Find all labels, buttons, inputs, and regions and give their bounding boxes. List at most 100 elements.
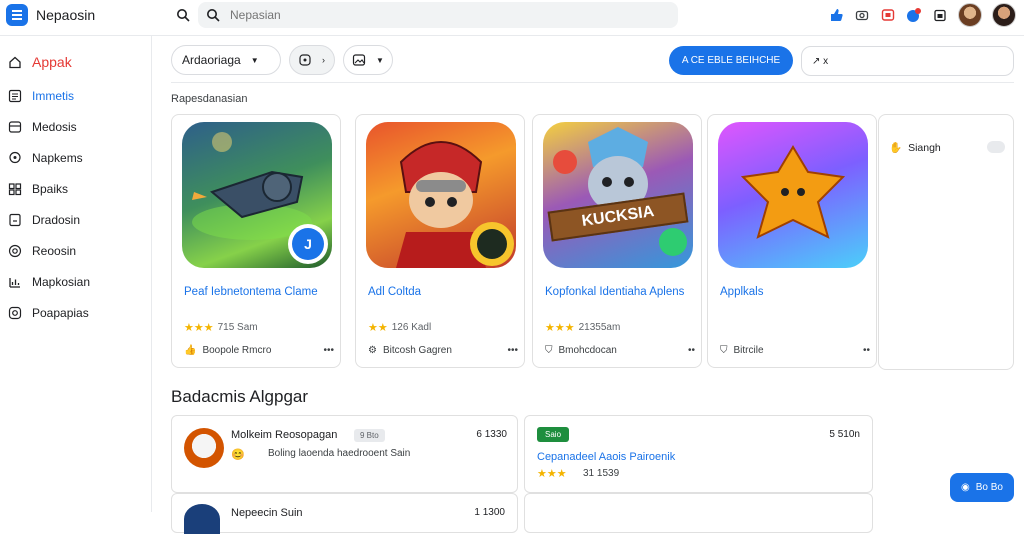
sidebar-item-medosis[interactable]: Medosis — [0, 111, 151, 142]
logo-icon — [6, 4, 28, 26]
sidebar-item-label: Appak — [32, 54, 72, 70]
search-icon[interactable] — [170, 4, 196, 26]
gear-icon: ⚙ — [368, 345, 377, 356]
app-artwork — [366, 122, 516, 268]
footer-text: Bmohcdocan — [558, 345, 617, 356]
sidebar-item-label: Dradosin — [32, 212, 81, 227]
side-panel-header: ✋ Siangh — [889, 141, 941, 155]
more-icon[interactable]: ••• — [323, 345, 334, 356]
app-badge-icon: J — [288, 224, 328, 264]
camera-icon[interactable] — [854, 7, 870, 23]
sidebar-item-reoosin[interactable]: Reoosin — [0, 235, 151, 266]
footer-text: Boopole Rmcro — [202, 345, 272, 356]
fab-label: Bo Bo — [975, 482, 1003, 493]
list-item[interactable]: Nepeecin Suin 1 1300 — [171, 493, 518, 534]
video-icon[interactable] — [880, 7, 896, 23]
rating-text: 21355am — [578, 322, 621, 333]
star-icon: ★★★ — [545, 322, 575, 334]
item-price: 5 510n — [829, 429, 860, 440]
category-dropdown[interactable]: Ardaoriaga ▼ — [171, 45, 281, 75]
section-title: Badacmis Algpgar — [171, 387, 309, 406]
sidebar-item-label: Poapapias — [32, 305, 89, 320]
primary-action-button[interactable]: A CE EBLE BEIHCHE — [669, 46, 793, 75]
calendar-icon[interactable] — [932, 7, 948, 23]
card-footer: ⚙ Bitcosh Gagren ••• — [368, 345, 518, 356]
app-artwork — [718, 122, 868, 268]
side-panel-card: ✋ Siangh — [878, 114, 1014, 370]
sidebar-item-label: Medosis — [32, 119, 77, 134]
chart-icon — [9, 277, 20, 288]
bookmark-icon — [9, 213, 21, 226]
search-icon — [207, 9, 220, 22]
more-icon[interactable]: •• — [688, 345, 695, 356]
more-icon[interactable]: ••• — [507, 345, 518, 356]
app-title: Kopfonkal Identiaha Aplens — [545, 286, 685, 298]
item-rating: 31 1539 — [583, 468, 620, 479]
item-desc: Cepanadeel Aaois Pairoenik — [537, 451, 676, 463]
avatar[interactable] — [992, 3, 1016, 27]
app-card[interactable]: KUCKSIA Kopfonkal Identiaha Aplens ★★★ 2… — [532, 114, 702, 368]
secondary-input[interactable]: ↗ x — [801, 46, 1014, 76]
item-badge: Saio — [537, 427, 570, 442]
notification-icon[interactable] — [906, 7, 922, 23]
app-artwork: J — [182, 122, 332, 268]
search-bar — [198, 2, 678, 28]
item-name: Nepeecin Suin — [231, 507, 303, 519]
app-artwork: KUCKSIA — [543, 122, 693, 268]
star-icon: ★★ — [368, 322, 388, 334]
list-item[interactable]: Molkeim Reosopagan 9 Bto 6 1330 😊 Boling… — [171, 415, 518, 493]
divider — [171, 82, 1014, 83]
sidebar-item-bpaiks[interactable]: Bpaiks — [0, 173, 151, 204]
sidebar-item-label: Immetis — [32, 88, 74, 103]
sidebar-item-home[interactable]: Appak — [0, 44, 151, 80]
image-filter-dropdown[interactable]: ▼ — [343, 45, 393, 75]
rating-text: 126 Kadl — [391, 322, 432, 333]
chevron-down-icon: ▼ — [250, 55, 259, 65]
filter-button[interactable]: › — [289, 45, 335, 75]
sidebar-item-poapapias[interactable]: Poapapias — [0, 297, 151, 328]
item-price: 6 1330 — [476, 429, 507, 440]
sidebar-item-dradosin[interactable]: Dradosin — [0, 204, 151, 235]
sidebar: Appak Immetis Medosis Napkems Bpaiks Dra… — [0, 36, 152, 512]
list-item[interactable] — [524, 493, 873, 533]
floating-action-button[interactable]: ◉ Bo Bo — [950, 473, 1014, 502]
shield-icon: ⛉ — [720, 345, 728, 356]
avatar[interactable] — [958, 3, 982, 27]
star-icon: ★★★ — [184, 322, 214, 334]
card-footer: 👍 Boopole Rmcro ••• — [184, 345, 334, 356]
image-icon — [352, 54, 366, 66]
app-card[interactable]: Adl Coltda ★★ 126 Kadl ⚙ Bitcosh Gagren •… — [355, 114, 525, 368]
top-bar: Nepaosin — [0, 0, 1024, 36]
box-icon — [8, 120, 22, 133]
sidebar-item-napkems[interactable]: Napkems — [0, 142, 151, 173]
sidebar-item-immetis[interactable]: Immetis — [0, 80, 151, 111]
emoji-icon: 😊 — [231, 449, 245, 461]
app-rating: ★★★ 715 Sam — [184, 321, 258, 334]
header-actions — [828, 3, 1016, 27]
app-card[interactable]: Applkals ⛉ Bitrcile •• — [707, 114, 877, 368]
list-item[interactable]: Saio 5 510n Cepanadeel Aaois Pairoenik ★… — [524, 415, 873, 493]
more-icon[interactable]: •• — [863, 345, 870, 356]
location-icon — [9, 151, 21, 163]
target-icon — [8, 244, 22, 257]
controller-icon — [470, 222, 514, 266]
search-input[interactable] — [230, 8, 630, 22]
app-logo[interactable]: Nepaosin — [6, 4, 95, 26]
thumbs-up-icon[interactable] — [828, 7, 844, 23]
card-footer: ⛉ Bitrcile •• — [720, 345, 870, 356]
rating-text: 715 Sam — [217, 322, 258, 333]
footer-text: Bitrcile — [733, 345, 764, 356]
shield-icon: ⛉ — [545, 345, 553, 356]
app-rating: ★★ 126 Kadl — [368, 321, 431, 334]
sidebar-item-mapkosian[interactable]: Mapkosian — [0, 266, 151, 297]
hand-icon: ✋ — [889, 142, 903, 154]
app-title: Applkals — [720, 286, 764, 298]
sidebar-item-label: Bpaiks — [32, 181, 69, 196]
app-card[interactable]: J Peaf Iebnetontema Clame ★★★ 715 Sam 👍 B… — [171, 114, 341, 368]
chevron-icon: › — [322, 55, 325, 65]
thumbs-up-icon: 👍 — [184, 345, 197, 356]
controller-icon — [299, 54, 311, 66]
grid-icon — [8, 89, 22, 102]
sidebar-item-label: Napkems — [32, 150, 83, 165]
toggle-switch[interactable] — [987, 141, 1005, 153]
